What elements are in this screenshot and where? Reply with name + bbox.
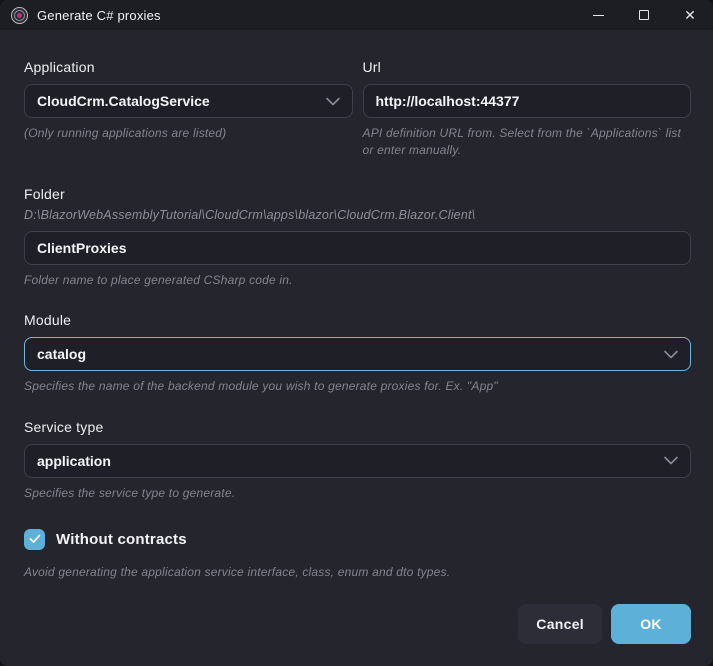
close-icon: ✕ xyxy=(684,8,696,22)
without-contracts-help-text: Avoid generating the application service… xyxy=(24,564,691,581)
service-type-select-value: application xyxy=(37,453,664,469)
folder-input-wrapper xyxy=(24,231,691,265)
application-field-group: Application CloudCrm.CatalogService (Onl… xyxy=(24,59,353,160)
service-type-select[interactable]: application xyxy=(24,444,691,478)
application-select-value: CloudCrm.CatalogService xyxy=(37,93,326,109)
application-help-text: (Only running applications are listed) xyxy=(24,125,353,142)
titlebar: Generate C# proxies ✕ xyxy=(0,0,713,30)
service-type-label: Service type xyxy=(24,419,691,435)
folder-field-group: Folder D:\BlazorWebAssemblyTutorial\Clou… xyxy=(24,186,691,289)
url-help-text: API definition URL from. Select from the… xyxy=(363,125,692,160)
window-title: Generate C# proxies xyxy=(37,8,161,23)
without-contracts-label: Without contracts xyxy=(56,531,187,548)
module-select-value: catalog xyxy=(37,346,664,362)
url-input[interactable] xyxy=(376,93,679,109)
folder-help-text: Folder name to place generated CSharp co… xyxy=(24,272,691,289)
url-label: Url xyxy=(363,59,692,75)
module-help-text: Specifies the name of the backend module… xyxy=(24,378,691,395)
application-label: Application xyxy=(24,59,353,75)
service-type-help-text: Specifies the service type to generate. xyxy=(24,485,691,502)
chevron-down-icon xyxy=(326,97,340,106)
folder-label: Folder xyxy=(24,186,691,202)
module-field-group: Module catalog Specifies the name of the… xyxy=(24,312,691,395)
cancel-button[interactable]: Cancel xyxy=(518,604,602,644)
service-type-field-group: Service type application Specifies the s… xyxy=(24,419,691,502)
dialog-body: Application CloudCrm.CatalogService (Onl… xyxy=(0,30,713,666)
module-select[interactable]: catalog xyxy=(24,337,691,371)
abp-studio-logo-icon xyxy=(11,7,28,24)
minimize-button[interactable] xyxy=(575,0,621,30)
folder-path-text: D:\BlazorWebAssemblyTutorial\CloudCrm\ap… xyxy=(24,208,691,222)
without-contracts-checkbox[interactable]: Without contracts xyxy=(24,529,691,550)
application-select[interactable]: CloudCrm.CatalogService xyxy=(24,84,353,118)
minimize-icon xyxy=(593,15,604,16)
module-label: Module xyxy=(24,312,691,328)
without-contracts-field-group: Without contracts Avoid generating the a… xyxy=(24,529,691,581)
maximize-icon xyxy=(639,10,649,20)
window-controls: ✕ xyxy=(575,0,713,30)
dialog-footer: Cancel OK xyxy=(24,604,691,644)
chevron-down-icon xyxy=(664,456,678,465)
close-button[interactable]: ✕ xyxy=(667,0,713,30)
url-field-group: Url API definition URL from. Select from… xyxy=(363,59,692,160)
folder-input[interactable] xyxy=(37,240,678,256)
maximize-button[interactable] xyxy=(621,0,667,30)
ok-button[interactable]: OK xyxy=(611,604,691,644)
application-url-row: Application CloudCrm.CatalogService (Onl… xyxy=(24,59,691,160)
generate-proxies-dialog: Generate C# proxies ✕ Application CloudC… xyxy=(0,0,713,666)
checkbox-checked-icon xyxy=(24,529,45,550)
url-input-wrapper xyxy=(363,84,692,118)
chevron-down-icon xyxy=(664,350,678,359)
